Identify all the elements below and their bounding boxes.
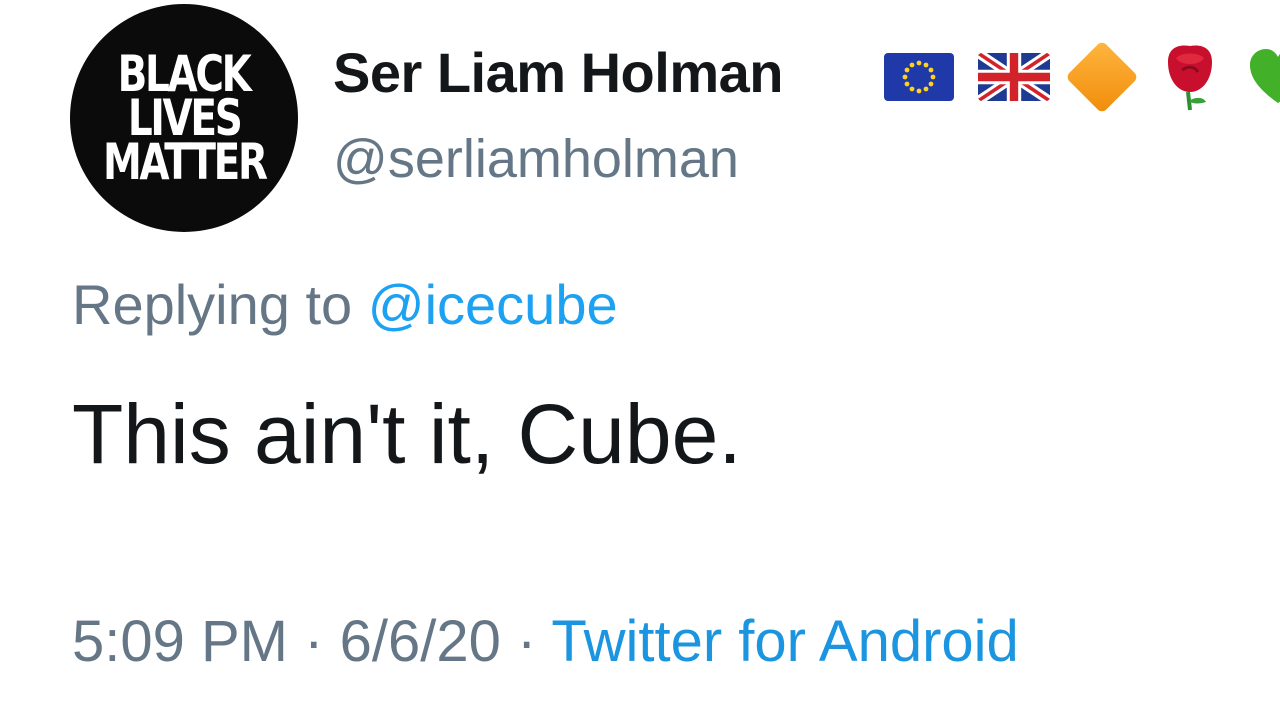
tweet-source-link[interactable]: Twitter for Android (551, 609, 1018, 674)
display-name[interactable]: Ser Liam Holman (333, 40, 783, 105)
avatar-text-line-3: MATTER (102, 133, 268, 191)
tweet-text: This ain't it, Cube. (72, 387, 742, 481)
eu-flag-icon (884, 53, 954, 101)
user-handle[interactable]: @serliamholman (333, 128, 739, 190)
tweet-time[interactable]: 5:09 PM (72, 609, 288, 674)
reply-prefix: Replying to (72, 273, 353, 336)
avatar[interactable]: BLACK LIVES MATTER (70, 4, 298, 232)
meta-separator-2: · (516, 609, 537, 674)
rose-icon (1162, 42, 1218, 112)
green-heart-icon (1248, 45, 1280, 109)
uk-flag-icon (978, 53, 1050, 101)
orange-diamond-icon (1065, 40, 1139, 114)
tweet-date[interactable]: 6/6/20 (340, 609, 501, 674)
tweet-card: BLACK LIVES MATTER Ser Liam Holman @serl… (0, 0, 1280, 720)
meta-separator-1: · (304, 609, 324, 674)
tweet-metadata: 5:09 PM · 6/6/20 · Twitter for Android (72, 608, 1019, 675)
reply-mention-link[interactable]: @icecube (368, 273, 618, 336)
reply-context: Replying to @icecube (72, 272, 618, 337)
name-badges (884, 40, 1280, 114)
